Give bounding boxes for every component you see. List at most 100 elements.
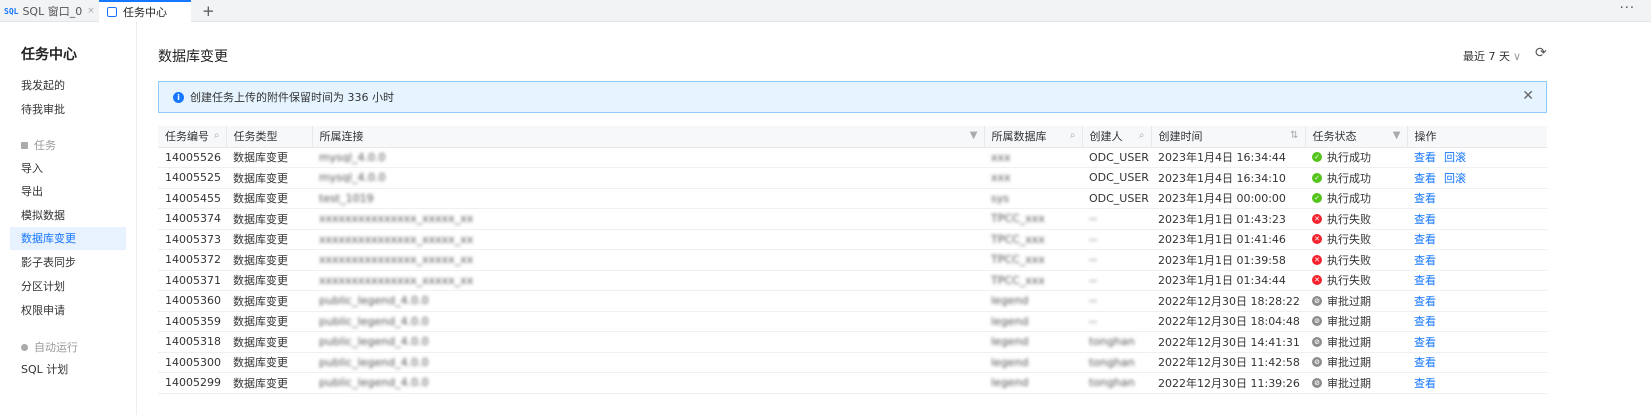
view-link[interactable]: 查看 (1414, 172, 1436, 185)
filter-icon[interactable]: ▼ (970, 130, 978, 141)
sidebar-item-export[interactable]: 导出 (10, 180, 126, 203)
task-table: 任务编号 ⌕ 任务类型 所属连接 ▼ 所属数据库 ⌕ 创建人 ⌕ 创建时间 ⇅ 任务状态 ▼… (158, 126, 1547, 394)
actions-cell: 查看 (1407, 311, 1547, 332)
status-badge: 审批过期 (1327, 356, 1371, 370)
task-id-cell: 14005299 (158, 372, 226, 394)
rollback-link[interactable]: 回滚 (1444, 172, 1466, 185)
sidebar-group-auto: 自动运行 (21, 339, 78, 355)
view-link[interactable]: 查看 (1414, 254, 1436, 267)
created-time-cell: 2023年1月1日 01:39:58 (1151, 249, 1305, 271)
add-tab-icon[interactable]: + (202, 2, 215, 20)
col-database: 所属数据库 ⌕ (983, 126, 1082, 148)
search-icon[interactable]: ⌕ (1070, 130, 1076, 141)
tab-sql-window[interactable]: SQL SQL 窗口_0 × (4, 0, 99, 22)
task-type-cell: 数据库变更 (226, 167, 312, 189)
status-cell: ⊘ 审批过期 (1305, 290, 1407, 312)
view-link[interactable]: 查看 (1414, 151, 1436, 164)
sidebar-item-db-change[interactable]: 数据库变更 (10, 227, 126, 250)
view-link[interactable]: 查看 (1414, 233, 1436, 246)
auto-run-icon (21, 344, 28, 351)
table-row: 14005526 数据库变更 mysql_4.0.0 xxx ODC_USER 2023年… (158, 147, 1547, 168)
sidebar-title: 任务中心 (21, 47, 77, 63)
connection-cell: public_legend_4.0.0 (312, 352, 984, 373)
sql-icon: SQL (4, 6, 19, 16)
close-icon[interactable]: ✕ (1522, 88, 1534, 104)
sidebar-item-partition[interactable]: 分区计划 (10, 275, 126, 298)
stop-circle-icon: ⊘ (1312, 316, 1322, 327)
tab-task-center[interactable]: 任务中心 (99, 0, 191, 22)
check-circle-icon: ✓ (1312, 152, 1322, 163)
main-panel: 数据库变更 最近 7 天 ∨ ⟳ i 创建任务上传的附件保留时间为 336 小时 … (137, 22, 1651, 415)
database-cell: legend (984, 352, 1082, 373)
status-cell: ✕ 执行失败 (1305, 229, 1407, 250)
table-row: 14005525 数据库变更 mysql_4.0.0 xxx ODC_USER 2023年… (158, 167, 1547, 189)
search-icon[interactable]: ⌕ (1139, 130, 1145, 141)
view-link[interactable]: 查看 (1414, 377, 1436, 390)
sidebar-item-permission[interactable]: 权限申请 (10, 299, 126, 322)
status-badge: 执行成功 (1327, 171, 1371, 185)
stop-circle-icon: ⊘ (1312, 357, 1322, 368)
view-link[interactable]: 查看 (1414, 315, 1436, 328)
task-group-icon (21, 142, 28, 149)
actions-cell: 查看 (1407, 229, 1547, 250)
created-time-cell: 2023年1月4日 16:34:10 (1151, 167, 1305, 189)
more-icon[interactable]: ··· (1620, 1, 1635, 16)
close-circle-icon: ✕ (1312, 234, 1322, 245)
sidebar-item-initiated[interactable]: 我发起的 (10, 74, 126, 97)
task-type-cell: 数据库变更 (226, 311, 312, 332)
check-circle-icon: ✓ (1312, 193, 1322, 204)
creator-cell: -- (1082, 249, 1151, 271)
sidebar-item-shadow-sync[interactable]: 影子表同步 (10, 251, 126, 274)
status-badge: 执行成功 (1327, 151, 1371, 165)
creator-cell: tonghan (1082, 352, 1151, 373)
refresh-icon[interactable]: ⟳ (1535, 45, 1547, 61)
close-circle-icon: ✕ (1312, 254, 1322, 265)
col-creator: 创建人 ⌕ (1081, 126, 1151, 148)
task-id-cell: 14005372 (158, 249, 226, 271)
created-time-cell: 2023年1月1日 01:34:44 (1151, 270, 1305, 291)
creator-cell: -- (1082, 311, 1151, 332)
created-time-cell: 2023年1月1日 01:43:23 (1151, 208, 1305, 230)
notice-text: 创建任务上传的附件保留时间为 336 小时 (190, 91, 394, 104)
table-row: 14005371 数据库变更 xxxxxxxxxxxxxxx_xxxxx_xx TPC… (158, 270, 1547, 291)
col-created-time: 创建时间 ⇅ (1150, 126, 1305, 148)
search-icon[interactable]: ⌕ (214, 130, 220, 141)
sidebar-item-mock-data[interactable]: 模拟数据 (10, 204, 126, 227)
sidebar-item-approval[interactable]: 待我审批 (10, 98, 126, 121)
creator-cell: ODC_USER (1082, 147, 1151, 168)
tab-label: 任务中心 (123, 6, 167, 19)
sort-icon[interactable]: ⇅ (1290, 130, 1298, 141)
task-id-cell: 14005455 (158, 188, 226, 209)
rollback-link[interactable]: 回滚 (1444, 151, 1466, 164)
database-cell: legend (984, 311, 1082, 332)
actions-cell: 查看 (1407, 249, 1547, 271)
task-id-cell: 14005374 (158, 208, 226, 230)
table-row: 14005455 数据库变更 test_1019 sys ODC_USER 2023年1月… (158, 188, 1547, 209)
status-cell: ✕ 执行失败 (1305, 270, 1407, 291)
actions-cell: 查看 (1407, 352, 1547, 373)
view-link[interactable]: 查看 (1414, 192, 1436, 205)
col-task-id: 任务编号 ⌕ (158, 126, 226, 148)
view-link[interactable]: 查看 (1414, 295, 1436, 308)
chevron-down-icon: ∨ (1513, 50, 1522, 63)
status-cell: ✕ 执行失败 (1305, 208, 1407, 230)
creator-cell: -- (1082, 270, 1151, 291)
tab-label: SQL 窗口_0 (22, 5, 83, 18)
status-badge: 执行失败 (1327, 274, 1371, 288)
sidebar-item-sql-plan[interactable]: SQL 计划 (10, 358, 126, 381)
filter-icon[interactable]: ▼ (1393, 130, 1401, 141)
view-link[interactable]: 查看 (1414, 356, 1436, 369)
time-range-select[interactable]: 最近 7 天 ∨ (1463, 48, 1521, 64)
actions-cell: 查看 (1407, 188, 1547, 209)
database-cell: legend (984, 331, 1082, 353)
sidebar-item-import[interactable]: 导入 (10, 157, 126, 180)
connection-cell: public_legend_4.0.0 (312, 372, 984, 394)
view-link[interactable]: 查看 (1414, 336, 1436, 349)
view-link[interactable]: 查看 (1414, 213, 1436, 226)
created-time-cell: 2022年12月30日 18:28:22 (1151, 290, 1305, 312)
creator-cell: -- (1082, 229, 1151, 250)
close-icon[interactable]: × (87, 6, 95, 16)
task-id-cell: 14005318 (158, 331, 226, 353)
view-link[interactable]: 查看 (1414, 274, 1436, 287)
col-connection: 所属连接 ▼ (311, 126, 984, 148)
